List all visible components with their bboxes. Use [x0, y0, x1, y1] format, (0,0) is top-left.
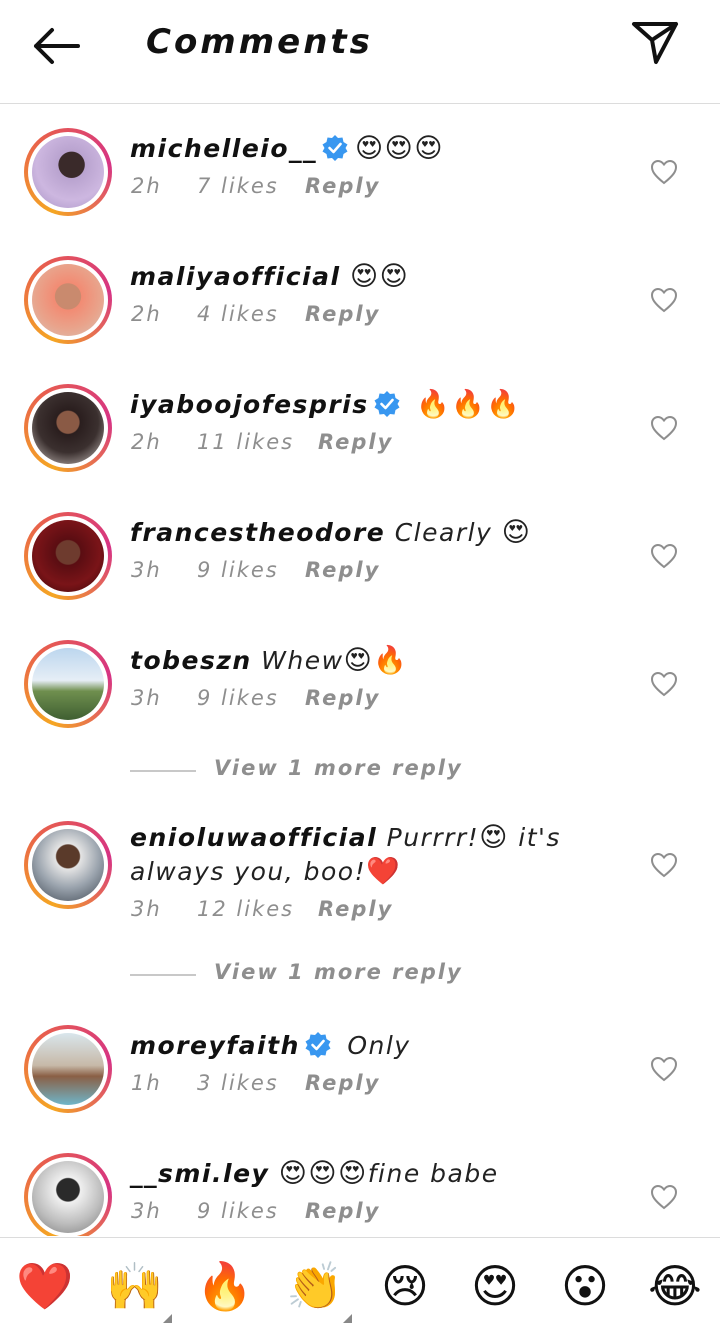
reaction-fire[interactable]: 🔥: [195, 1256, 255, 1316]
view-more-replies[interactable]: View 1 more reply: [130, 960, 530, 990]
avatar[interactable]: [24, 128, 112, 216]
skin-tone-indicator: [343, 1314, 352, 1323]
comment-time: 3h: [131, 686, 162, 710]
reply-button[interactable]: Reply: [305, 686, 380, 710]
reaction-heart[interactable]: ❤️: [15, 1256, 75, 1316]
send-icon[interactable]: [630, 20, 680, 66]
like-heart-icon[interactable]: [650, 1056, 678, 1082]
comment-emoji: 😍: [501, 517, 532, 548]
reply-button[interactable]: Reply: [305, 174, 380, 198]
comment-username[interactable]: moreyfaith: [130, 1031, 300, 1060]
skin-tone-indicator: [163, 1314, 172, 1323]
reply-button[interactable]: Reply: [305, 302, 380, 326]
reaction-raised-hands[interactable]: 🙌: [105, 1256, 165, 1316]
like-heart-icon[interactable]: [650, 287, 678, 313]
reply-button[interactable]: Reply: [318, 897, 393, 921]
verified-badge-icon: [322, 135, 348, 161]
comment-likes[interactable]: 9 likes: [197, 1199, 305, 1223]
view-more-label[interactable]: View 1 more reply: [214, 756, 463, 780]
comment-emoji: 😍🔥: [343, 645, 409, 676]
avatar[interactable]: [24, 640, 112, 728]
comment-likes[interactable]: 7 likes: [197, 174, 305, 198]
comment-time: 3h: [131, 558, 162, 582]
like-heart-icon[interactable]: [650, 1184, 678, 1210]
comment-likes[interactable]: 11 likes: [197, 430, 318, 454]
comment-username[interactable]: enioluwaofficial: [130, 823, 377, 852]
like-heart-icon[interactable]: [650, 852, 678, 878]
avatar[interactable]: [24, 512, 112, 600]
comment-username[interactable]: tobeszn: [130, 646, 252, 675]
comment-likes[interactable]: 4 likes: [197, 302, 305, 326]
comment-body: Only: [347, 1031, 411, 1060]
reaction-clapping-hands[interactable]: 👏: [285, 1256, 345, 1316]
comment-time: 3h: [131, 1199, 162, 1223]
view-more-replies[interactable]: View 1 more reply: [130, 756, 530, 786]
comment-username[interactable]: francestheodore: [130, 518, 385, 547]
comment-likes[interactable]: 12 likes: [197, 897, 318, 921]
comment-time: 3h: [131, 897, 162, 921]
divider-line: [130, 974, 196, 976]
like-heart-icon[interactable]: [650, 159, 678, 185]
avatar[interactable]: [24, 1153, 112, 1236]
like-heart-icon[interactable]: [650, 671, 678, 697]
comment-body: fine babe: [367, 1159, 499, 1188]
reaction-laughing-face[interactable]: 😂: [645, 1256, 705, 1316]
comment-likes[interactable]: 9 likes: [197, 686, 305, 710]
comment-time: 2h: [131, 430, 162, 454]
comments-list[interactable]: michelleio__ 😍😍😍 2h 7 likes Reply maliyaoff…: [0, 104, 720, 1236]
comment-body: Whew: [261, 646, 344, 675]
reaction-heart-eyes[interactable]: 😍: [465, 1256, 525, 1316]
reply-button[interactable]: Reply: [318, 430, 393, 454]
comment-time: 1h: [131, 1071, 162, 1095]
comment-emoji: 😍😍😍: [355, 133, 444, 164]
comment-username[interactable]: __smi.ley: [130, 1159, 269, 1188]
reply-button[interactable]: Reply: [305, 1071, 380, 1095]
avatar[interactable]: [24, 256, 112, 344]
reply-button[interactable]: Reply: [305, 558, 380, 582]
reaction-surprised-face[interactable]: 😮: [555, 1256, 615, 1316]
heart-emoji: ❤️: [366, 856, 402, 887]
comment-emoji: 😍😍: [350, 261, 410, 292]
comment-body: Clearly: [394, 518, 493, 547]
page-title: Comments: [146, 22, 373, 62]
reaction-crying-face[interactable]: 😢: [375, 1256, 435, 1316]
like-heart-icon[interactable]: [650, 543, 678, 569]
avatar[interactable]: [24, 384, 112, 472]
emoji-reaction-bar: ❤️ 🙌 🔥 👏 😢 😍 😮 😂: [0, 1237, 720, 1334]
reply-button[interactable]: Reply: [305, 1199, 380, 1223]
comment-body: Purrrr!: [386, 823, 480, 852]
comment-emoji: 😍😍😍: [278, 1158, 368, 1189]
comment-emoji: 🔥🔥🔥: [416, 389, 522, 420]
comment-likes[interactable]: 3 likes: [197, 1071, 305, 1095]
comment-time: 2h: [131, 302, 162, 326]
avatar[interactable]: [24, 1025, 112, 1113]
header: Comments: [0, 0, 720, 104]
comment-emoji: 😍: [479, 822, 509, 853]
back-arrow-icon[interactable]: [30, 24, 82, 68]
avatar[interactable]: [24, 821, 112, 909]
verified-badge-icon: [305, 1032, 331, 1058]
comment-username[interactable]: iyaboojofespris: [130, 390, 369, 419]
comment-likes[interactable]: 9 likes: [197, 558, 305, 582]
verified-badge-icon: [374, 391, 400, 417]
divider-line: [130, 770, 196, 772]
comment-time: 2h: [131, 174, 162, 198]
like-heart-icon[interactable]: [650, 415, 678, 441]
view-more-label[interactable]: View 1 more reply: [214, 960, 463, 984]
comment-username[interactable]: michelleio__: [130, 134, 317, 163]
comment-username[interactable]: maliyaofficial: [130, 262, 341, 291]
